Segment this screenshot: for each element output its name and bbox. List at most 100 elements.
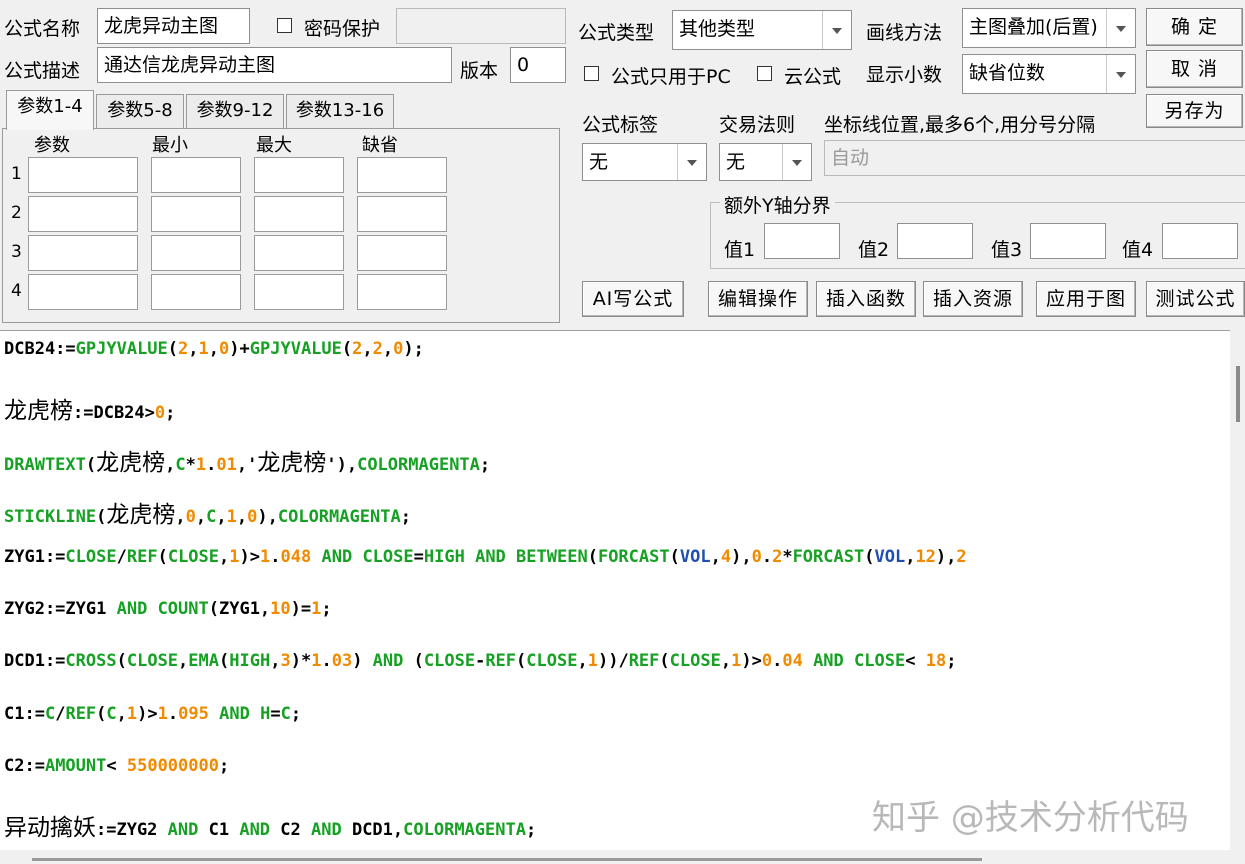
code-token: , bbox=[236, 507, 248, 527]
code-token: 1 bbox=[195, 455, 207, 475]
vertical-scrollbar[interactable] bbox=[1230, 330, 1245, 864]
code-token: DCD1, bbox=[341, 820, 404, 840]
formula-desc-input[interactable]: 通达信龙虎异动主图 bbox=[97, 47, 452, 83]
code-editor[interactable]: DCB24:=GPJYVALUE(2,1,0)+GPJYVALUE(2,2,0)… bbox=[0, 330, 1230, 851]
chevron-down-icon[interactable] bbox=[1106, 9, 1135, 47]
coordinate-line-label: 坐标线位置,最多6个,用分号分隔 bbox=[824, 114, 1096, 136]
code-line[interactable]: STICKLINE(龙虎榜,0,C,1,0),COLORMAGENTA; bbox=[4, 495, 411, 529]
code-line[interactable]: DCB24:=GPJYVALUE(2,1,0)+GPJYVALUE(2,2,0)… bbox=[4, 339, 424, 359]
code-token: GPJYVALUE bbox=[249, 339, 342, 359]
tab-params-5-8[interactable]: 参数5-8 bbox=[96, 94, 184, 128]
insert-function-button[interactable]: 插入函数 bbox=[816, 281, 916, 317]
param-min-input[interactable] bbox=[151, 235, 241, 271]
param-max-input[interactable] bbox=[254, 274, 344, 310]
pc-only-checkbox[interactable] bbox=[584, 66, 599, 81]
code-token: ))/ bbox=[597, 651, 629, 671]
code-token: VOL bbox=[679, 547, 711, 567]
code-line[interactable]: DCD1:=CROSS(CLOSE,EMA(HIGH,3)*1.03) AND … bbox=[4, 651, 956, 671]
code-line[interactable]: C1:=C/REF(C,1)>1.095 AND H=C; bbox=[4, 704, 301, 724]
y-value-4-input[interactable] bbox=[1162, 223, 1238, 259]
code-token: . bbox=[772, 651, 783, 671]
code-line[interactable]: ZYG1:=CLOSE/REF(CLOSE,1)>1.048 AND CLOSE… bbox=[4, 547, 967, 567]
param-default-input[interactable] bbox=[357, 157, 447, 193]
y-value-1-input[interactable] bbox=[764, 223, 840, 259]
param-name-input[interactable] bbox=[28, 196, 138, 232]
code-token: :=ZYG2 bbox=[96, 820, 168, 840]
horizontal-scrollbar-thumb[interactable] bbox=[32, 858, 982, 861]
vertical-scrollbar-thumb[interactable] bbox=[1236, 366, 1240, 422]
param-name-input[interactable] bbox=[28, 235, 138, 271]
code-token: . bbox=[206, 455, 217, 475]
password-checkbox[interactable] bbox=[277, 18, 292, 33]
tab-params-9-12[interactable]: 参数9-12 bbox=[186, 94, 284, 128]
code-token: 0 bbox=[761, 651, 773, 671]
param-min-input[interactable] bbox=[151, 196, 241, 232]
ai-formula-button[interactable]: AI写公式 bbox=[582, 281, 684, 317]
chevron-down-icon[interactable] bbox=[822, 11, 851, 49]
code-token: ); bbox=[403, 339, 424, 359]
code-token: , bbox=[175, 507, 186, 527]
code-token: 龙虎榜 bbox=[257, 450, 327, 476]
trade-rule-label: 交易法则 bbox=[719, 114, 796, 136]
param-name-input[interactable] bbox=[28, 274, 138, 310]
code-token: AND bbox=[813, 651, 844, 671]
y-value-3-input[interactable] bbox=[1030, 223, 1106, 259]
horizontal-scrollbar[interactable] bbox=[0, 850, 1230, 864]
y-value-3-label: 值3 bbox=[991, 239, 1023, 261]
code-token: ; bbox=[479, 455, 491, 475]
cancel-button[interactable]: 取 消 bbox=[1146, 50, 1243, 88]
formula-name-label: 公式名称 bbox=[4, 18, 81, 40]
test-formula-button[interactable]: 测试公式 bbox=[1146, 281, 1245, 317]
code-token: CLOSE bbox=[526, 651, 578, 671]
apply-to-chart-button[interactable]: 应用于图 bbox=[1036, 281, 1136, 317]
code-token: , bbox=[710, 547, 721, 567]
code-line[interactable]: C2:=AMOUNT< 550000000; bbox=[4, 756, 229, 776]
tab-params-13-16[interactable]: 参数13-16 bbox=[286, 94, 394, 128]
y-value-2-input[interactable] bbox=[897, 223, 973, 259]
edit-operations-button[interactable]: 编辑操作 bbox=[708, 281, 808, 317]
code-line[interactable]: 龙虎榜:=DCB24>0; bbox=[4, 391, 175, 425]
code-token: DCD1:= bbox=[4, 651, 66, 671]
formula-type-value: 其他类型 bbox=[679, 18, 756, 40]
param-name-input[interactable] bbox=[28, 157, 138, 193]
decimals-select[interactable]: 缺省位数 bbox=[962, 54, 1136, 94]
insert-resource-button[interactable]: 插入资源 bbox=[923, 281, 1023, 317]
code-token: AND bbox=[219, 704, 250, 724]
version-input[interactable]: 0 bbox=[510, 47, 566, 83]
code-token: ), bbox=[935, 547, 957, 567]
param-default-input[interactable] bbox=[357, 274, 447, 310]
code-line[interactable]: ZYG2:=ZYG1 AND COUNT(ZYG1,10)=1; bbox=[4, 599, 332, 619]
param-max-input[interactable] bbox=[254, 157, 344, 193]
code-token: AND bbox=[475, 547, 506, 567]
code-token: , bbox=[216, 507, 227, 527]
chevron-down-icon[interactable] bbox=[1106, 55, 1135, 93]
draw-method-select[interactable]: 主图叠加(后置) bbox=[962, 8, 1136, 48]
param-min-input[interactable] bbox=[151, 274, 241, 310]
tab-params-1-4[interactable]: 参数1-4 bbox=[6, 90, 94, 130]
param-header-name: 参数 bbox=[34, 135, 70, 156]
param-default-input[interactable] bbox=[357, 235, 447, 271]
formula-tag-label: 公式标签 bbox=[582, 114, 659, 136]
code-line[interactable]: DRAWTEXT(龙虎榜,C*1.01,'龙虎榜'),COLORMAGENTA; bbox=[4, 443, 490, 477]
param-min-input[interactable] bbox=[151, 157, 241, 193]
formula-name-input[interactable]: 龙虎异动主图 bbox=[97, 8, 250, 44]
chevron-down-icon[interactable] bbox=[677, 144, 706, 180]
cloud-formula-label: 云公式 bbox=[784, 66, 842, 88]
param-default-input[interactable] bbox=[357, 196, 447, 232]
ok-button[interactable]: 确 定 bbox=[1146, 8, 1243, 46]
decimals-value: 缺省位数 bbox=[969, 62, 1046, 84]
code-token: ( bbox=[403, 651, 424, 671]
code-line[interactable]: 异动擒妖:=ZYG2 AND C1 AND C2 AND DCD1,COLORM… bbox=[4, 808, 536, 842]
code-token: 12 bbox=[915, 547, 936, 567]
code-token: C1 bbox=[198, 820, 240, 840]
param-max-input[interactable] bbox=[254, 235, 344, 271]
trade-rule-select[interactable]: 无 bbox=[719, 143, 812, 181]
param-max-input[interactable] bbox=[254, 196, 344, 232]
formula-type-select[interactable]: 其他类型 bbox=[672, 10, 852, 50]
save-as-button[interactable]: 另存为 bbox=[1146, 94, 1243, 128]
formula-tag-select[interactable]: 无 bbox=[582, 143, 707, 181]
formula-type-label: 公式类型 bbox=[578, 22, 655, 44]
chevron-down-icon[interactable] bbox=[782, 144, 811, 180]
cloud-formula-checkbox[interactable] bbox=[757, 66, 772, 81]
